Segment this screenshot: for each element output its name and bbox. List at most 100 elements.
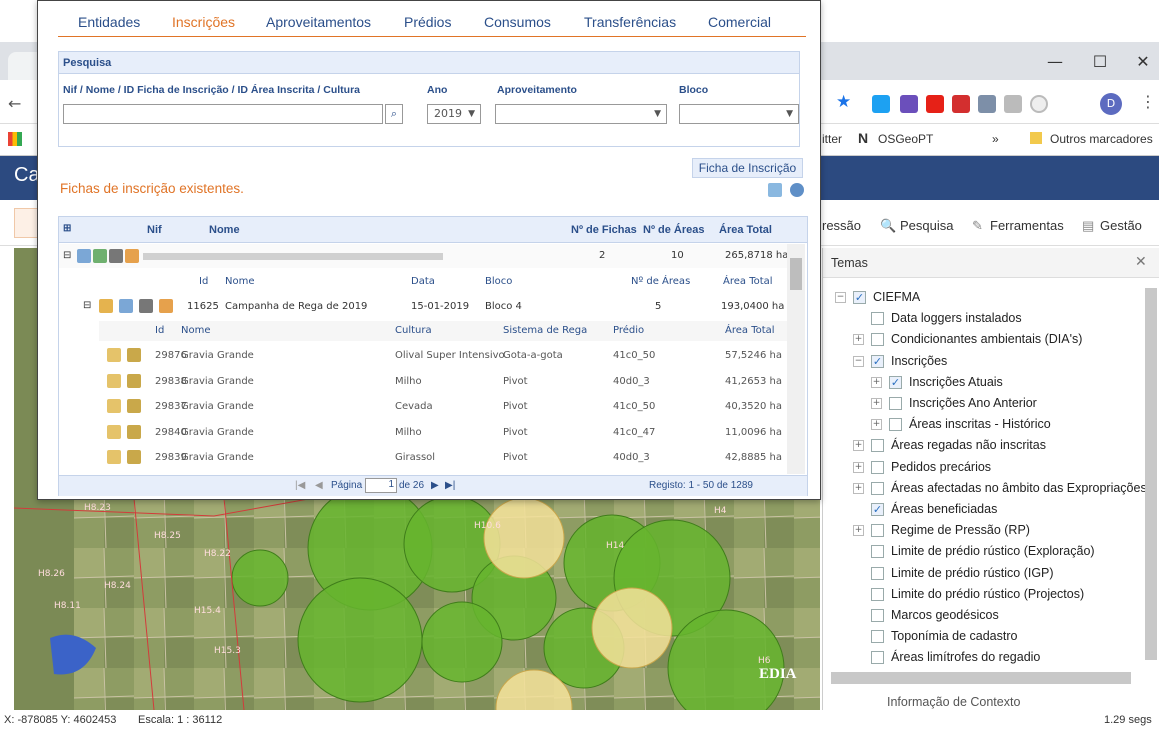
- scroll-thumb[interactable]: [790, 258, 802, 290]
- layer-item[interactable]: Inscrições Atuais: [909, 375, 1003, 395]
- document-icon[interactable]: [93, 249, 107, 263]
- profile-avatar[interactable]: D: [1100, 93, 1122, 115]
- close-icon[interactable]: ✕: [1135, 254, 1147, 270]
- minimize-icon[interactable]: —: [1040, 52, 1070, 72]
- layer-item[interactable]: Áreas limítrofes do regadio: [891, 650, 1040, 670]
- tree-expander[interactable]: +: [853, 440, 864, 452]
- vertical-scrollbar[interactable]: [1145, 288, 1157, 660]
- tree-expander[interactable]: +: [871, 398, 882, 409]
- toolbar-pesquisa[interactable]: Pesquisa: [900, 218, 953, 233]
- maximize-icon[interactable]: ☐: [1085, 52, 1115, 72]
- layer-item[interactable]: Inscrições: [891, 354, 947, 374]
- col-nif[interactable]: Nif: [147, 224, 162, 236]
- ficha-row[interactable]: ⊟ 11625 Campanha de Rega de 2019 15-01-2…: [59, 294, 787, 318]
- twitter-extension-icon[interactable]: [872, 95, 890, 113]
- bookmarks-overflow[interactable]: »: [992, 132, 999, 146]
- area-row[interactable]: 29837 Gravia Grande Cevada Pivot 41c0_50 40,3…: [99, 394, 787, 418]
- back-icon[interactable]: ←: [8, 94, 21, 113]
- tree-expander[interactable]: −: [835, 292, 846, 303]
- tab-2[interactable]: Aproveitamentos: [266, 14, 371, 30]
- map-icon[interactable]: [127, 373, 141, 388]
- extension-icon[interactable]: [952, 95, 970, 113]
- layer-item[interactable]: Limite de prédio rústico (IGP): [891, 566, 1054, 586]
- layer-checkbox[interactable]: [871, 439, 884, 453]
- extension-icon[interactable]: [978, 95, 996, 113]
- layer-checkbox[interactable]: ✓: [853, 291, 866, 304]
- search-input[interactable]: [63, 104, 383, 124]
- bookmark-other[interactable]: Outros marcadores: [1050, 132, 1153, 146]
- add-area-icon[interactable]: [119, 299, 133, 313]
- chart-icon[interactable]: [125, 249, 139, 263]
- edit-icon[interactable]: [107, 399, 121, 413]
- layer-item[interactable]: Marcos geodésicos: [891, 608, 999, 628]
- tree-expander[interactable]: +: [853, 461, 864, 473]
- tab-5[interactable]: Transferências: [584, 14, 676, 30]
- close-icon[interactable]: ✕: [1128, 52, 1158, 72]
- next-page-icon[interactable]: ▶: [431, 480, 439, 491]
- print-icon[interactable]: [139, 299, 153, 313]
- grid-scrollbar[interactable]: [787, 244, 805, 474]
- edit-icon[interactable]: [107, 373, 121, 388]
- layer-item[interactable]: Áreas regadas não inscritas: [891, 438, 1046, 458]
- layer-item[interactable]: Áreas beneficiadas: [891, 502, 997, 522]
- layer-checkbox[interactable]: [871, 651, 884, 665]
- aproveitamento-select[interactable]: ▼: [495, 104, 667, 124]
- map-icon[interactable]: [127, 399, 141, 413]
- bookmark-twitter[interactable]: itter: [822, 132, 842, 146]
- page-input[interactable]: 1: [365, 478, 397, 493]
- layer-checkbox[interactable]: [871, 524, 884, 538]
- tab-4[interactable]: Consumos: [484, 14, 551, 30]
- add-ficha-icon[interactable]: [77, 249, 91, 263]
- layer-checkbox[interactable]: [871, 312, 884, 326]
- layer-item[interactable]: CIEFMA: [873, 290, 920, 310]
- edit-icon[interactable]: [107, 424, 121, 439]
- apps-icon[interactable]: [8, 132, 22, 146]
- print-icon[interactable]: [109, 249, 123, 263]
- layer-checkbox[interactable]: [871, 609, 884, 622]
- extension-icon[interactable]: [1030, 95, 1048, 113]
- layer-item[interactable]: Limite do prédio rústico (Projectos): [891, 587, 1084, 607]
- layer-checkbox[interactable]: [871, 545, 884, 559]
- map-icon[interactable]: [127, 424, 141, 439]
- map-icon[interactable]: [127, 450, 141, 464]
- tree-expander[interactable]: +: [871, 376, 882, 388]
- layer-item[interactable]: Regime de Pressão (RP): [891, 523, 1030, 543]
- layer-item[interactable]: Condicionantes ambientais (DIA's): [891, 332, 1082, 352]
- expand-all-icon[interactable]: ⊞: [63, 223, 71, 234]
- tab-0[interactable]: Entidades: [78, 14, 140, 30]
- layer-item[interactable]: Limite de prédio rústico (Exploração): [891, 544, 1095, 564]
- bloco-select[interactable]: ▼: [679, 104, 799, 124]
- toolbar-ferramentas[interactable]: Ferramentas: [990, 218, 1064, 233]
- layer-item[interactable]: Áreas inscritas - Histórico: [909, 417, 1051, 437]
- ano-select[interactable]: 2019 ▼: [427, 104, 481, 124]
- layer-checkbox[interactable]: [889, 397, 902, 410]
- area-row[interactable]: 29838 Gravia Grande Milho Pivot 40d0_3 41,265…: [99, 369, 787, 393]
- menu-icon[interactable]: ⋮: [1140, 92, 1156, 111]
- toolbar-gestao[interactable]: Gestão: [1100, 218, 1142, 233]
- col-areas[interactable]: Nº de Áreas: [643, 224, 705, 236]
- layer-checkbox[interactable]: [889, 418, 902, 432]
- layer-checkbox[interactable]: [871, 587, 884, 601]
- collapse-icon[interactable]: ⊟: [83, 300, 91, 311]
- layer-checkbox[interactable]: [871, 630, 884, 644]
- edit-icon[interactable]: [107, 348, 121, 362]
- folder-icon[interactable]: [159, 299, 173, 313]
- layer-checkbox[interactable]: ✓: [889, 375, 902, 389]
- layer-checkbox[interactable]: [871, 481, 884, 495]
- tab-6[interactable]: Comercial: [708, 14, 771, 30]
- horizontal-scrollbar[interactable]: [831, 672, 1131, 684]
- layer-checkbox[interactable]: [871, 460, 884, 474]
- tree-expander[interactable]: +: [853, 482, 864, 494]
- col-fichas[interactable]: Nº de Fichas: [571, 224, 637, 236]
- ficha-inscricao-button[interactable]: Ficha de Inscrição: [692, 158, 803, 178]
- bookmark-osgeo[interactable]: OSGeoPT: [878, 132, 933, 146]
- area-row[interactable]: 29840 Gravia Grande Milho Pivot 41c0_47 11,00…: [99, 420, 787, 444]
- edit-icon[interactable]: [99, 299, 113, 313]
- map-icon[interactable]: [127, 348, 141, 362]
- layer-checkbox[interactable]: ✓: [871, 354, 884, 368]
- layer-checkbox[interactable]: [871, 333, 884, 347]
- tab-3[interactable]: Prédios: [404, 14, 451, 30]
- layer-item[interactable]: Data loggers instalados: [891, 311, 1022, 331]
- prev-page-icon[interactable]: ◀: [315, 480, 323, 491]
- bookmark-star-icon[interactable]: ★: [836, 92, 851, 112]
